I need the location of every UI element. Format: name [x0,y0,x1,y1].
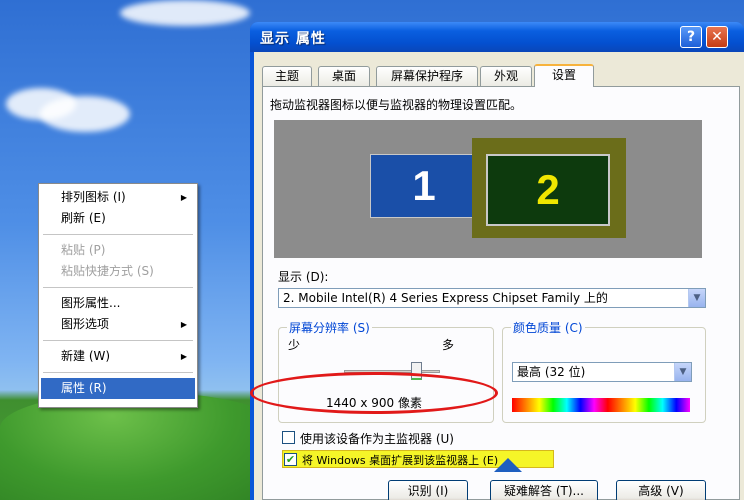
title-bar[interactable]: 显示 属性 ? ✕ [250,22,744,52]
menu-item-arrange-icons[interactable]: 排列图标 (I) ▶ [41,187,195,208]
submenu-arrow-icon: ▶ [180,193,187,202]
extend-desktop-checkbox[interactable]: ✔ [284,453,297,466]
pointer-icon [494,458,522,472]
help-button[interactable]: ? [680,26,702,48]
display-properties-window: 显示 属性 ? ✕ 主题 桌面 屏幕保护程序 外观 设置 拖动监视器图标以便与监… [250,22,744,500]
display-select[interactable]: 2. Mobile Intel(R) 4 Series Express Chip… [278,288,706,308]
slider-less-label: 少 [288,338,301,352]
slider-more-label: 多 [442,338,455,352]
window-title: 显示 属性 [260,31,326,47]
color-quality-value: 最高 (32 位) [517,365,586,379]
menu-separator [43,234,193,235]
color-spectrum [512,398,690,412]
instruction-text: 拖动监视器图标以便与监视器的物理设置匹配。 [270,98,523,112]
annotation-oval [250,372,498,414]
tab-settings[interactable]: 设置 [534,64,594,87]
grass-hill [0,392,280,500]
submenu-arrow-icon: ▶ [180,352,187,361]
color-quality-group-title: 颜色质量 (C) [511,319,585,336]
menu-separator [43,372,193,373]
extend-desktop-label: 将 Windows 桌面扩展到该监视器上 (E) [302,454,499,467]
menu-item-graphics-options[interactable]: 图形选项 ▶ [41,314,195,335]
monitor-1-icon[interactable]: 1 [370,154,478,218]
tab-appearance[interactable]: 外观 [480,66,532,86]
menu-item-graphics-properties[interactable]: 图形属性... [41,293,195,314]
tab-desktop[interactable]: 桌面 [318,66,370,86]
chevron-down-icon[interactable]: ▼ [688,289,705,307]
menu-item-new[interactable]: 新建 (W) ▶ [41,346,195,367]
menu-item-paste-shortcut: 粘贴快捷方式 (S) [61,264,154,278]
monitor-2-icon[interactable]: 2 [486,154,610,226]
primary-monitor-checkbox[interactable] [282,431,295,444]
cloud [120,0,250,26]
cloud [40,96,130,132]
tab-screensaver[interactable]: 屏幕保护程序 [376,66,478,86]
resolution-group-title: 屏幕分辨率 (S) [287,319,372,336]
troubleshoot-button[interactable]: 疑难解答 (T)... [490,480,598,500]
menu-item-properties[interactable]: 属性 (R) [41,378,195,399]
advanced-button[interactable]: 高级 (V) [616,480,706,500]
menu-separator [43,340,193,341]
menu-separator [43,287,193,288]
display-select-value: 2. Mobile Intel(R) 4 Series Express Chip… [283,291,608,305]
display-label: 显示 (D): [278,270,329,284]
window-client: 主题 桌面 屏幕保护程序 外观 设置 拖动监视器图标以便与监视器的物理设置匹配。… [254,52,744,500]
chevron-down-icon[interactable]: ▼ [674,363,691,381]
tab-themes[interactable]: 主题 [262,66,312,86]
submenu-arrow-icon: ▶ [180,320,187,329]
menu-item-refresh[interactable]: 刷新 (E) [41,208,195,229]
close-button[interactable]: ✕ [706,26,728,48]
menu-item-paste: 粘贴 (P) [61,243,106,257]
identify-button[interactable]: 识别 (I) [388,480,468,500]
context-menu: 排列图标 (I) ▶ 刷新 (E) 粘贴 (P) 粘贴快捷方式 (S) 图形属性.… [38,183,198,408]
color-quality-select[interactable]: 最高 (32 位) ▼ [512,362,692,382]
primary-monitor-label: 使用该设备作为主监视器 (U) [300,432,454,446]
